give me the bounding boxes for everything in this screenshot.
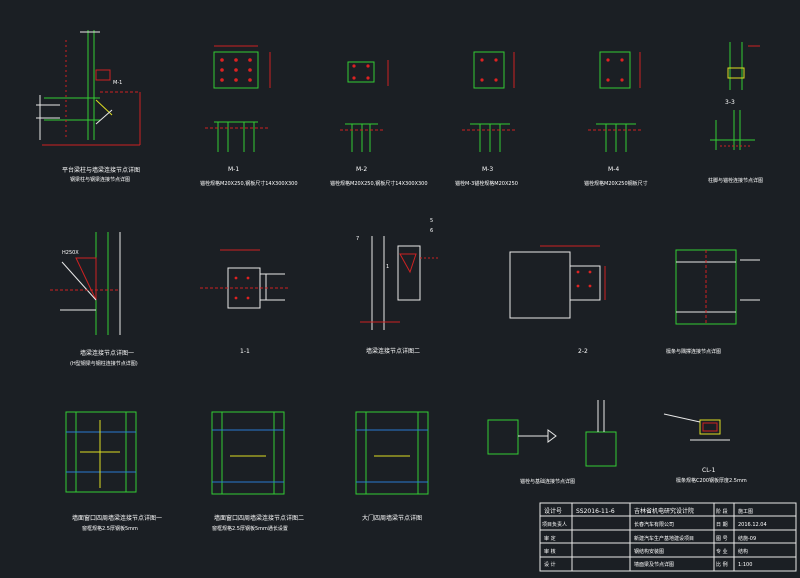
- detail-wall-beam-2: [360, 236, 440, 330]
- caption-d6: 柱脚与锚栓连接节点详图: [708, 177, 763, 184]
- tb-date-value: 2016.12.04: [738, 522, 767, 528]
- caption-cl1: CL-1: [702, 467, 716, 474]
- caption-m4: M-4: [608, 166, 619, 173]
- caption-m1-sub: 锚栓规格M20X250,钢板尺寸14X300X300: [200, 180, 298, 187]
- detail-cl1: [663, 413, 730, 441]
- tb-project: 新建汽车生产基地建设项目: [634, 535, 694, 542]
- detail-m3: [462, 51, 515, 152]
- tb-drawing-title-1: 钢结构安装图: [634, 548, 664, 555]
- label-n1b: 1: [386, 264, 389, 270]
- tb-design: 设 计: [544, 561, 556, 568]
- tb-drawing-no-value: 结施-09: [738, 535, 756, 542]
- detail-wall-beam-1: [50, 232, 121, 335]
- caption-m3-sub: 锚栓M-3锚栓规格M20X250: [455, 180, 518, 187]
- caption-m1: M-1: [228, 166, 239, 173]
- caption-m2-sub: 锚栓规格M20X250,钢板尺寸14X300X300: [330, 180, 428, 187]
- caption-d12-sub: 窗框规格2.5厚钢板5mm: [82, 525, 138, 532]
- caption-d15: 锚栓与基础连接节点详图: [520, 478, 575, 485]
- detail-section-1-1: [200, 249, 290, 309]
- label-m: M-1: [113, 80, 122, 86]
- detail-section-2-2: [509, 245, 606, 319]
- caption-m4-sub: 锚栓规格M20X250钢板尺寸: [584, 180, 648, 187]
- label-h1: H250X: [62, 250, 79, 256]
- caption-2-2: 2-2: [578, 348, 588, 355]
- tb-drawing-title-2: 墙面梁及节点详图: [634, 561, 674, 568]
- detail-window-frame-2: [211, 411, 285, 495]
- caption-d14: 大门四周墙梁节点详图: [362, 514, 422, 522]
- caption-d13-sub: 窗框规格2.5厚钢板5mm通长设置: [212, 525, 288, 532]
- tb-date-label: 日 期: [716, 522, 728, 528]
- tb-design-no: SS2016-11-6: [576, 508, 615, 515]
- tb-stage-value: 施工图: [738, 508, 753, 515]
- label-n7: 7: [356, 236, 359, 242]
- tb-project-owner: 项目负责人: [542, 521, 567, 528]
- detail-door-frame: [355, 411, 429, 495]
- caption-d1: 平台梁柱与墙梁连接节点详图: [62, 166, 140, 174]
- label-n5: 5: [430, 218, 433, 224]
- detail-section-3-3: [710, 42, 760, 150]
- tb-review: 审 定: [544, 535, 556, 542]
- caption-1-1: 1-1: [240, 348, 250, 355]
- caption-d12: 墙面窗口四周墙梁连接节点详图一: [72, 514, 162, 522]
- detail-m2: [340, 60, 389, 152]
- drawing-canvas: 平台梁柱与墙梁连接节点详图 钢梁柱与钢梁连接节点详图 M-1 M-1 锚栓规格M…: [36, 30, 797, 572]
- tb-institute: 吉林省机电研究设计院: [634, 507, 694, 515]
- detail-column-beam-bracket: [36, 30, 141, 146]
- caption-d11: 檩条与隅撑连接节点详图: [666, 348, 721, 355]
- tb-specialty-label: 专 业: [716, 548, 728, 555]
- tb-stage-label: 阶 段: [716, 508, 728, 515]
- caption-d7: 墙梁连接节点详图一: [80, 349, 134, 357]
- caption-d9: 墙梁连接节点详图二: [366, 347, 420, 355]
- tb-design-no-label: 设计号: [544, 507, 562, 515]
- tb-scale-label: 比 例: [716, 561, 728, 568]
- detail-m4: [588, 51, 642, 152]
- tb-company: 长春汽车有限公司: [634, 521, 674, 528]
- tb-specialty-value: 结构: [738, 548, 748, 555]
- caption-m3: M-3: [482, 166, 493, 173]
- caption-m2: M-2: [356, 166, 367, 173]
- detail-purlin: [675, 249, 760, 325]
- detail-anchor-foundation: [487, 400, 617, 467]
- caption-d13: 墙面窗口四周墙梁连接节点详图二: [214, 514, 304, 522]
- caption-3-3: 3-3: [725, 99, 735, 106]
- tb-check: 审 核: [544, 548, 556, 555]
- caption-d7-sub: (H型钢梁与钢柱连接节点详图): [70, 360, 138, 367]
- caption-d1-sub: 钢梁柱与钢梁连接节点详图: [70, 176, 130, 183]
- tb-drawing-no-label: 图 号: [716, 536, 728, 542]
- label-n6: 6: [430, 228, 433, 234]
- detail-m1: [205, 45, 271, 152]
- detail-window-frame-1: [65, 411, 137, 493]
- caption-cl1-sub: 檩条规格C200钢板厚度2.5mm: [676, 477, 747, 484]
- cad-drawing-viewport[interactable]: 平台梁柱与墙梁连接节点详图 钢梁柱与钢梁连接节点详图 M-1 M-1 锚栓规格M…: [0, 0, 800, 574]
- tb-scale-value: 1:100: [738, 562, 752, 568]
